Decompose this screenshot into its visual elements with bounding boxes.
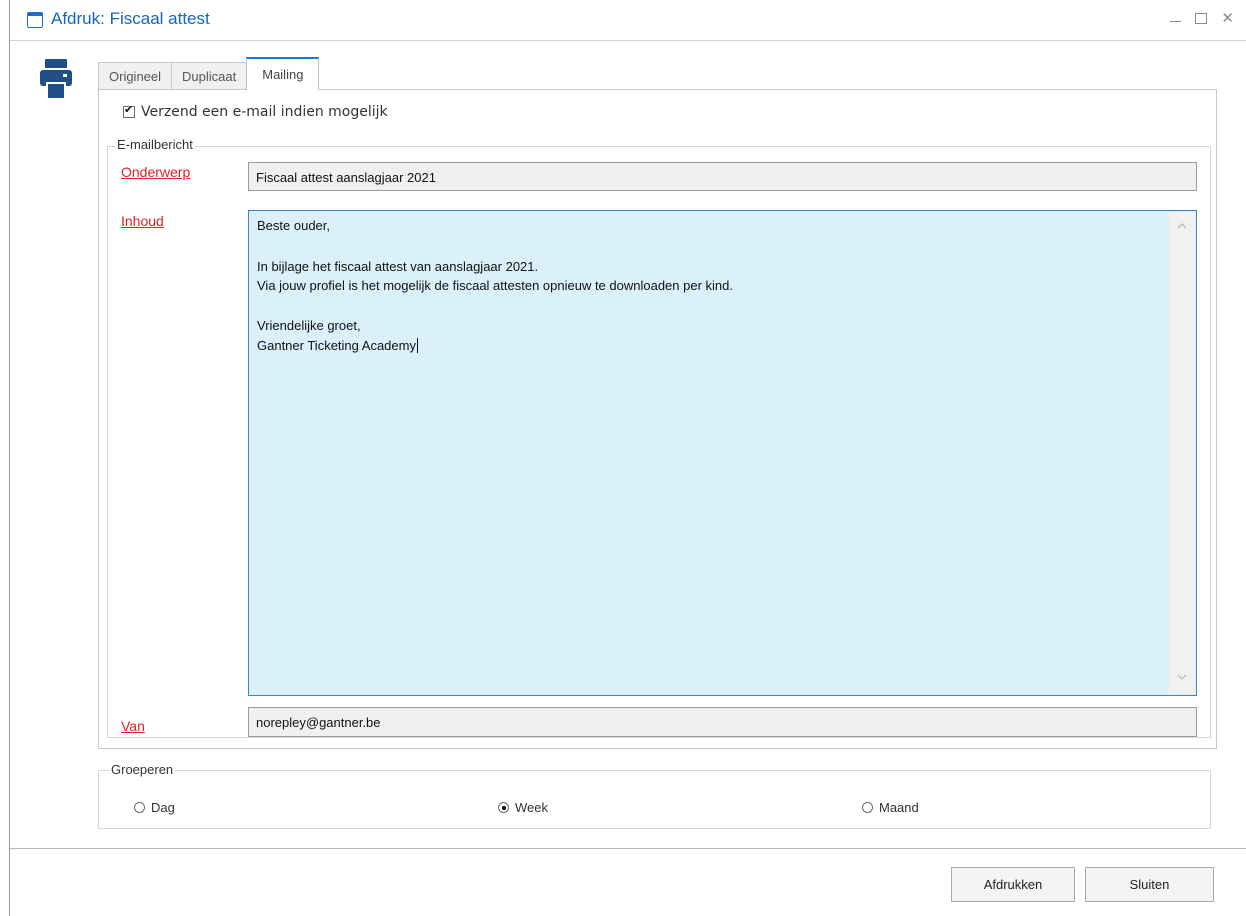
- footer-separator: [10, 848, 1246, 849]
- tab-duplicaat[interactable]: Duplicaat: [171, 62, 248, 90]
- radio-dag-label: Dag: [151, 800, 175, 815]
- send-email-checkbox[interactable]: [123, 103, 135, 118]
- window-title: Afdruk: Fiscaal attest: [51, 9, 210, 28]
- minimize-icon[interactable]: [1170, 12, 1182, 22]
- body-line-7-text: Gantner Ticketing Academy: [257, 338, 416, 353]
- grouping-group-label: Groeperen: [109, 762, 176, 777]
- close-icon[interactable]: ✕: [1221, 11, 1234, 26]
- tab-mailing[interactable]: Mailing: [246, 57, 320, 90]
- body-label[interactable]: Inhoud: [121, 213, 164, 229]
- tab-bar: Origineel Duplicaat Mailing: [98, 57, 320, 90]
- print-dialog-window: Afdruk: Fiscaal attest ✕ Origineel Dupli…: [9, 0, 1246, 916]
- maximize-icon[interactable]: [1195, 13, 1208, 24]
- grouping-group: [98, 770, 1211, 829]
- scroll-down-icon[interactable]: [1177, 674, 1187, 684]
- email-message-group-label: E-mailbericht: [115, 137, 195, 152]
- send-email-checkbox-row[interactable]: Verzend een e-mail indien mogelijk: [123, 103, 388, 120]
- scroll-up-icon[interactable]: [1177, 222, 1187, 232]
- send-email-checkbox-label: Verzend een e-mail indien mogelijk: [141, 104, 388, 120]
- window-icon: [27, 12, 43, 28]
- body-textarea[interactable]: Beste ouder, In bijlage het fiscaal atte…: [248, 210, 1197, 696]
- body-line-6: Vriendelijke groet,: [257, 318, 361, 333]
- radio-week-label: Week: [515, 800, 548, 815]
- body-line-4: Via jouw profiel is het mogelijk de fisc…: [257, 278, 733, 293]
- body-line-7: Gantner Ticketing Academy: [257, 338, 418, 353]
- from-input[interactable]: norepley@gantner.be: [248, 707, 1197, 737]
- tab-origineel[interactable]: Origineel: [98, 62, 173, 90]
- body-line-3: In bijlage het fiscaal attest van aansla…: [257, 259, 539, 274]
- title-bar: Afdruk: Fiscaal attest ✕: [10, 0, 1246, 41]
- from-label[interactable]: Van: [121, 718, 145, 734]
- radio-week[interactable]: Week: [498, 800, 548, 815]
- radio-maand-label: Maand: [879, 800, 919, 815]
- body-line-1: Beste ouder,: [257, 218, 330, 233]
- radio-dag[interactable]: Dag: [134, 800, 175, 815]
- printer-icon: [40, 59, 72, 99]
- radio-maand[interactable]: Maand: [862, 800, 919, 815]
- body-scrollbar[interactable]: [1169, 212, 1195, 694]
- close-button[interactable]: Sluiten: [1085, 867, 1214, 902]
- subject-label[interactable]: Onderwerp: [121, 164, 190, 180]
- window-controls: ✕: [1170, 11, 1234, 26]
- print-button[interactable]: Afdrukken: [951, 867, 1075, 902]
- radio-week-dot[interactable]: [498, 802, 509, 813]
- radio-maand-dot[interactable]: [862, 802, 873, 813]
- text-caret: [416, 338, 418, 353]
- subject-input[interactable]: Fiscaal attest aanslagjaar 2021: [248, 162, 1197, 191]
- radio-dag-dot[interactable]: [134, 802, 145, 813]
